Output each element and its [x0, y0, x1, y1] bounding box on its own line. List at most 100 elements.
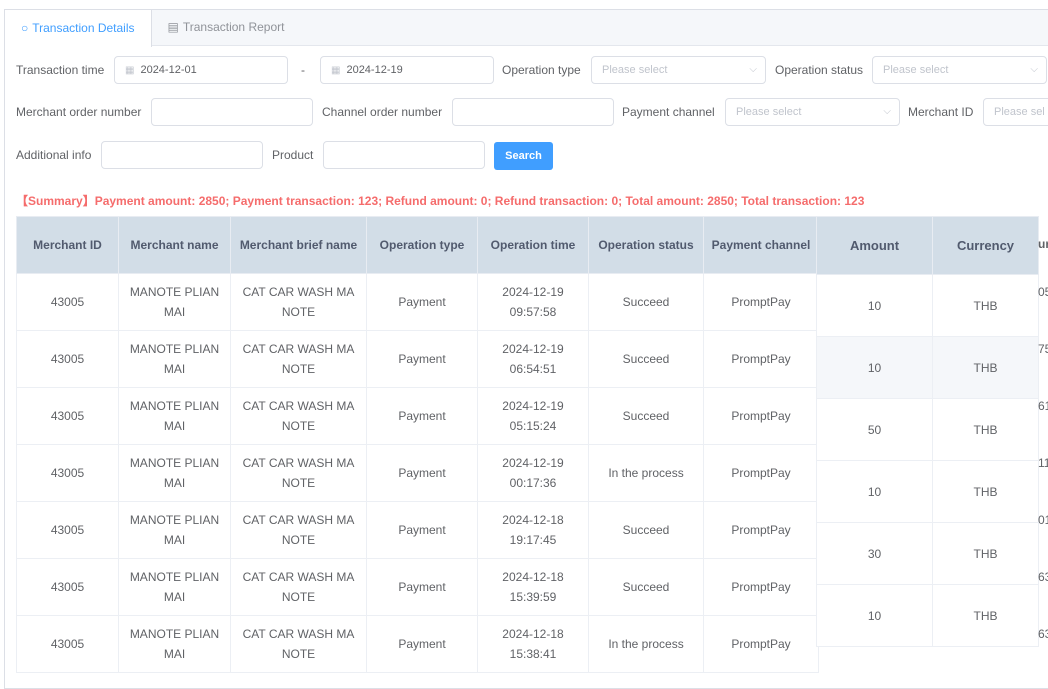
cell-status: In the process — [588, 444, 704, 502]
cell-id: 43005 — [16, 558, 119, 616]
partial-cell: 61 — [1038, 399, 1048, 413]
cell-channel: PromptPay — [703, 387, 819, 445]
table-row[interactable]: 43005 MANOTE PLIAN MAI CAT CAR WASH MA NOT… — [16, 558, 819, 616]
tab-transaction-report[interactable]: ▤ Transaction Report — [152, 10, 301, 45]
cell-brief-text: CAT CAR WASH MA NOTE — [242, 342, 355, 376]
cell-currency: THB — [932, 336, 1039, 399]
cell-brief-text: CAT CAR WASH MA NOTE — [242, 285, 355, 319]
cell-id-text: 43005 — [50, 466, 85, 480]
table-row[interactable]: 10 THB — [816, 584, 1039, 647]
payment-channel-select[interactable]: Please select ⌵ — [725, 98, 900, 126]
table-row[interactable]: 10 THB — [816, 274, 1039, 337]
table-row[interactable]: 43005 MANOTE PLIAN MAI CAT CAR WASH MA NOT… — [16, 387, 819, 445]
cell-amount: 50 — [816, 398, 933, 461]
table-row[interactable]: 43005 MANOTE PLIAN MAI CAT CAR WASH MA NOT… — [16, 615, 819, 673]
operation-clock: 06:54:51 — [509, 362, 557, 376]
cell-brief: CAT CAR WASH MA NOTE — [230, 501, 367, 559]
tab-transaction-details[interactable]: ○ Transaction Details — [5, 10, 152, 47]
summary-text: 【Summary】Payment amount: 2850; Payment t… — [16, 194, 865, 208]
product-input[interactable] — [323, 141, 485, 169]
search-button[interactable]: Search — [494, 142, 553, 170]
cell-status: Succeed — [588, 387, 704, 445]
start-date-input[interactable]: ▦ 2024-12-01 — [114, 56, 288, 84]
cell-type: Payment — [366, 387, 478, 445]
operation-clock: 15:38:41 — [509, 647, 557, 661]
table-row[interactable]: 43005 MANOTE PLIAN MAI CAT CAR WASH MA NOT… — [16, 444, 819, 502]
cell-id: 43005 — [16, 501, 119, 559]
merchant-order-label: Merchant order number — [16, 105, 142, 119]
cell-id-text: 43005 — [50, 523, 85, 537]
table-row[interactable]: 43005 MANOTE PLIAN MAI CAT CAR WASH MA NOT… — [16, 501, 819, 559]
column-header: Payment channel — [703, 216, 819, 274]
cell-status-text: Succeed — [622, 295, 670, 309]
table-row[interactable]: 10 THB — [816, 336, 1039, 399]
cell-channel-text: PromptPay — [731, 295, 791, 309]
cell-brief: CAT CAR WASH MA NOTE — [230, 558, 367, 616]
operation-date: 2024-12-19 — [502, 456, 564, 470]
cell-channel-text: PromptPay — [731, 466, 791, 480]
operation-type-label: Operation type — [502, 63, 581, 77]
merchant-id-input[interactable]: Please sel — [983, 98, 1048, 126]
cell-id: 43005 — [16, 615, 119, 673]
partial-cell: 63 — [1038, 627, 1048, 641]
operation-clock: 19:17:45 — [509, 533, 557, 547]
product-label: Product — [272, 148, 314, 162]
cell-channel-text: PromptPay — [731, 523, 791, 537]
cell-channel: PromptPay — [703, 444, 819, 502]
cell-id-text: 43005 — [50, 409, 85, 423]
chevron-down-icon: ⌵ — [1030, 64, 1038, 75]
cell-id-text: 43005 — [50, 295, 85, 309]
operation-date: 2024-12-19 — [502, 399, 564, 413]
cell-amount: 10 — [816, 274, 933, 337]
table-row[interactable]: 30 THB — [816, 522, 1039, 585]
merchant-order-input[interactable] — [151, 98, 313, 126]
operation-clock: 15:39:59 — [509, 590, 557, 604]
cell-time: 2024-12-18 15:38:41 — [477, 615, 589, 673]
cell-status-text: Succeed — [622, 352, 670, 366]
partial-column-header: ur — [1038, 237, 1048, 251]
cell-channel: PromptPay — [703, 615, 819, 673]
additional-info-input[interactable] — [101, 141, 263, 169]
cell-status: Succeed — [588, 558, 704, 616]
cell-time: 2024-12-18 19:17:45 — [477, 501, 589, 559]
cell-name: MANOTE PLIAN MAI — [118, 558, 231, 616]
cell-brief-text: CAT CAR WASH MA NOTE — [242, 627, 355, 661]
cell-channel: PromptPay — [703, 501, 819, 559]
operation-clock: 09:57:58 — [509, 305, 557, 319]
cell-status-text: Succeed — [622, 409, 670, 423]
partial-cell: 01 — [1038, 513, 1048, 527]
column-header: Merchant ID — [16, 216, 119, 274]
cell-channel: PromptPay — [703, 330, 819, 388]
cell-brief: CAT CAR WASH MA NOTE — [230, 615, 367, 673]
cell-status: Succeed — [588, 330, 704, 388]
cell-currency: THB — [932, 274, 1039, 337]
channel-order-input[interactable] — [452, 98, 614, 126]
table-row[interactable]: 10 THB — [816, 460, 1039, 523]
cell-brief: CAT CAR WASH MA NOTE — [230, 273, 367, 331]
cell-status-text: In the process — [608, 637, 684, 651]
cell-brief-text: CAT CAR WASH MA NOTE — [242, 513, 355, 547]
operation-status-label: Operation status — [775, 63, 864, 77]
cell-type: Payment — [366, 615, 478, 673]
cell-status: In the process — [588, 615, 704, 673]
cell-type-text: Payment — [398, 580, 446, 594]
cell-currency: THB — [932, 398, 1039, 461]
partial-cell: 63 — [1038, 570, 1048, 584]
cell-channel-text: PromptPay — [731, 352, 791, 366]
operation-type-select[interactable]: Please select ⌵ — [591, 56, 766, 84]
cell-status: Succeed — [588, 501, 704, 559]
table-row[interactable]: 43005 MANOTE PLIAN MAI CAT CAR WASH MA NOT… — [16, 330, 819, 388]
tab-bar: ○ Transaction Details ▤ Transaction Report — [5, 10, 1048, 47]
cell-type-text: Payment — [398, 295, 446, 309]
calendar-icon: ▦ — [331, 65, 341, 76]
cell-time: 2024-12-19 09:57:58 — [477, 273, 589, 331]
cell-brief-text: CAT CAR WASH MA NOTE — [242, 570, 355, 604]
cell-status-text: Succeed — [622, 523, 670, 537]
end-date-input[interactable]: ▦ 2024-12-19 — [320, 56, 494, 84]
operation-status-select[interactable]: Please select ⌵ — [872, 56, 1047, 84]
table-row[interactable]: 50 THB — [816, 398, 1039, 461]
cell-name-text: MANOTE PLIAN MAI — [129, 627, 220, 661]
cell-currency: THB — [932, 460, 1039, 523]
table-row[interactable]: 43005 MANOTE PLIAN MAI CAT CAR WASH MA NOT… — [16, 273, 819, 331]
column-header: Operation time — [477, 216, 589, 274]
